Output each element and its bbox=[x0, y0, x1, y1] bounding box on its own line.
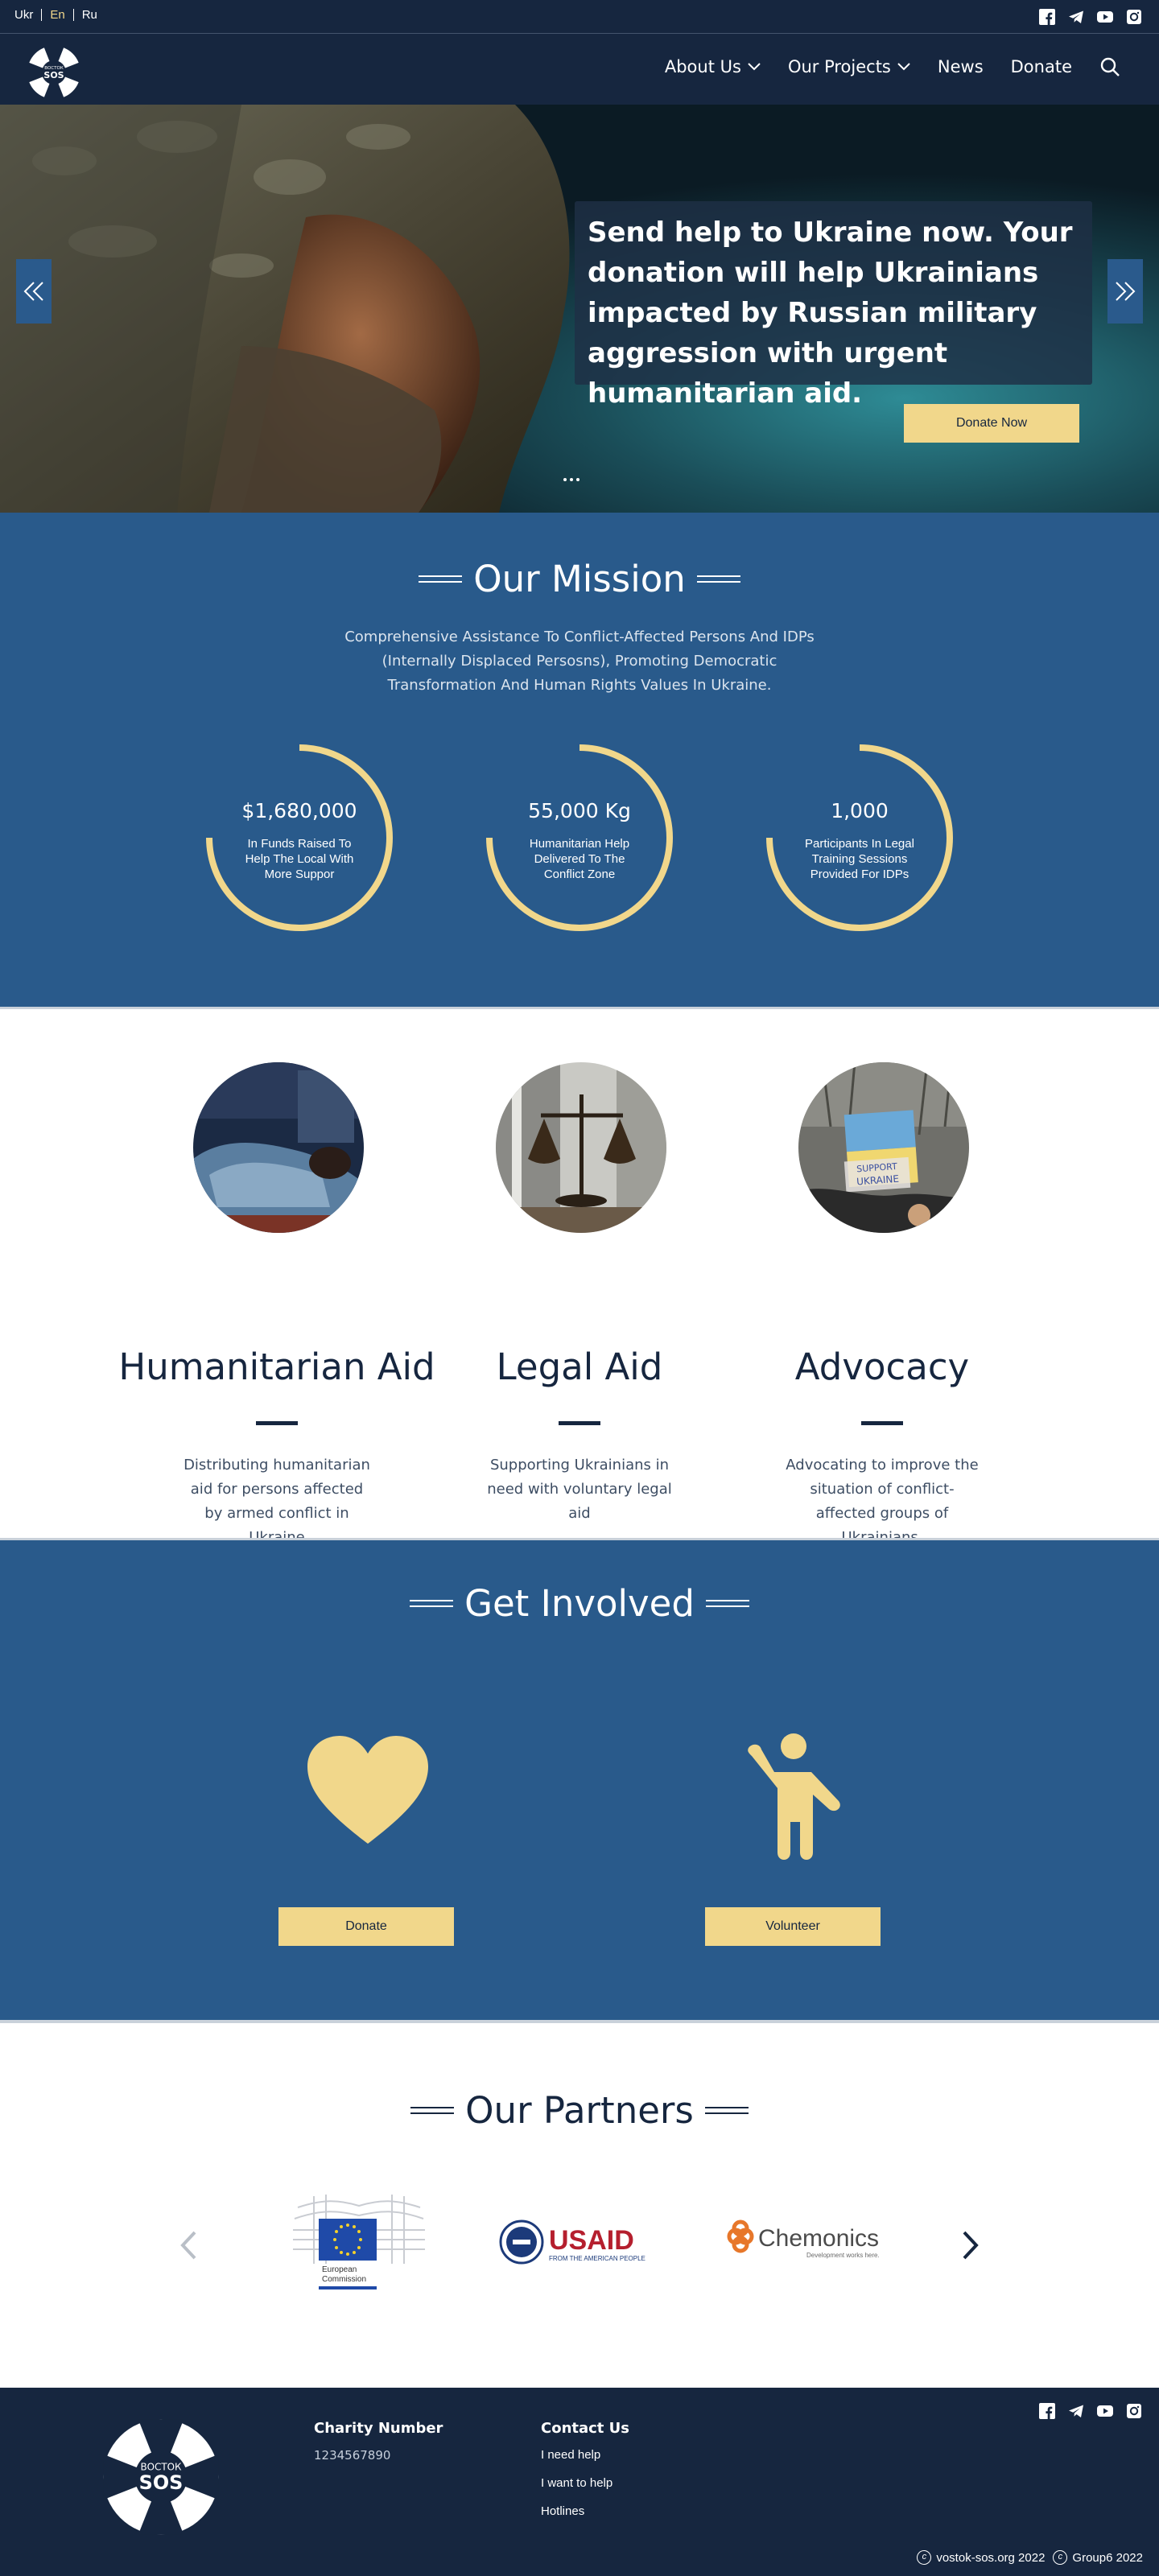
youtube-icon[interactable] bbox=[1096, 8, 1114, 26]
stat-value: 55,000 Kg bbox=[528, 799, 631, 822]
slider-next-button[interactable] bbox=[1107, 259, 1143, 324]
link-need-help[interactable]: I need help bbox=[541, 2448, 629, 2462]
nav-news[interactable]: News bbox=[938, 57, 984, 76]
stat-caption: Participants In Legal Training Sessions … bbox=[805, 837, 914, 881]
double-chevron-left-icon bbox=[23, 282, 43, 301]
heart-icon bbox=[307, 1736, 428, 1844]
chemonics-logo[interactable]: Chemonics Development works here. bbox=[718, 2191, 887, 2292]
copyright-site: vostok-sos.org 2022 bbox=[936, 2550, 1046, 2565]
european-commission-logo[interactable]: European Commission bbox=[290, 2191, 428, 2292]
title-underline bbox=[861, 1421, 903, 1425]
main-navigation: ВОСТОК SOS About Us Our Projects News Do… bbox=[0, 34, 1159, 105]
service-description: Advocating to improve the situation of c… bbox=[786, 1457, 979, 1546]
youtube-icon[interactable] bbox=[1096, 2402, 1114, 2420]
language-switcher: Ukr En Ru bbox=[14, 9, 105, 21]
humanitarian-aid-image[interactable] bbox=[193, 1062, 364, 1233]
partners-title: Our Partners bbox=[0, 2089, 1159, 2132]
copyright: c vostok-sos.org 2022 c Group6 2022 bbox=[917, 2550, 1143, 2565]
lang-en[interactable]: En bbox=[42, 9, 74, 21]
partners-section: Our Partners European Commission USAID F… bbox=[0, 2023, 1159, 2388]
services-section: Humanitarian Aid Distributing humanitari… bbox=[0, 1009, 1159, 1546]
instagram-icon[interactable] bbox=[1125, 8, 1143, 26]
stat-caption: In Funds Raised To Help The Local With M… bbox=[245, 837, 354, 881]
nav-about-us[interactable]: About Us bbox=[665, 57, 761, 76]
legal-aid-image[interactable] bbox=[496, 1062, 666, 1233]
top-bar: Ukr En Ru bbox=[0, 0, 1159, 34]
facebook-icon[interactable] bbox=[1038, 8, 1056, 26]
mission-section: Our Mission Comprehensive Assistance To … bbox=[0, 513, 1159, 1009]
chevron-down-icon bbox=[897, 63, 910, 71]
stat-humanitarian: 55,000 Kg Humanitarian Help Delivered To… bbox=[485, 743, 674, 933]
title-underline bbox=[256, 1421, 298, 1425]
hero-message: Send help to Ukraine now. Your donation … bbox=[575, 201, 1092, 410]
service-title: Advocacy bbox=[794, 1346, 970, 1388]
instagram-icon[interactable] bbox=[1125, 2402, 1143, 2420]
service-description: Distributing humanitarian aid for person… bbox=[184, 1457, 370, 1546]
nav-our-projects[interactable]: Our Projects bbox=[788, 57, 910, 76]
service-title: Legal Aid bbox=[496, 1346, 663, 1388]
lang-ru[interactable]: Ru bbox=[74, 9, 105, 21]
nav-menu: About Us Our Projects News Donate bbox=[665, 56, 1120, 77]
partners-next-button[interactable] bbox=[955, 2229, 987, 2261]
involved-donate-button[interactable]: Donate bbox=[278, 1907, 454, 1946]
hero-slider: Send help to Ukraine now. Your donation … bbox=[0, 105, 1159, 513]
contact-title: Contact Us bbox=[541, 2420, 630, 2437]
get-involved-title: Get Involved bbox=[0, 1582, 1159, 1625]
vostok-sos-logo[interactable]: ВОСТОК SOS bbox=[26, 44, 82, 101]
chemonics-tagline: Development works here. bbox=[806, 2252, 880, 2259]
facebook-icon[interactable] bbox=[1038, 2402, 1056, 2420]
double-chevron-right-icon bbox=[1116, 282, 1136, 301]
link-want-to-help[interactable]: I want to help bbox=[541, 2476, 629, 2490]
stat-funds: $1,680,000 In Funds Raised To Help The L… bbox=[204, 743, 394, 933]
eu-line-2: Commission bbox=[322, 2275, 366, 2284]
link-hotlines[interactable]: Hotlines bbox=[541, 2504, 629, 2518]
usaid-logo[interactable]: USAID FROM THE AMERICAN PEOPLE bbox=[497, 2191, 658, 2292]
chevron-left-icon bbox=[180, 2231, 196, 2260]
chevron-right-icon bbox=[963, 2231, 979, 2260]
mission-text: Comprehensive Assistance To Conflict-Aff… bbox=[344, 629, 815, 694]
copyright-icon: c bbox=[917, 2550, 932, 2565]
nav-donate[interactable]: Donate bbox=[1011, 57, 1072, 76]
footer-logo-main-text: SOS bbox=[139, 2471, 184, 2494]
mission-title: Our Mission bbox=[0, 558, 1159, 600]
involved-volunteer-button[interactable]: Volunteer bbox=[705, 1907, 881, 1946]
service-title: Humanitarian Aid bbox=[118, 1346, 435, 1388]
stat-participants: 1,000 Participants In Legal Training Ses… bbox=[765, 743, 955, 933]
title-underline bbox=[559, 1421, 600, 1425]
logo-main-text: SOS bbox=[43, 70, 64, 80]
volunteer-icon bbox=[748, 1733, 840, 1860]
usaid-tagline: FROM THE AMERICAN PEOPLE bbox=[549, 2255, 645, 2262]
eu-line-1: European bbox=[322, 2265, 357, 2274]
telegram-icon[interactable] bbox=[1067, 8, 1085, 26]
telegram-icon[interactable] bbox=[1067, 2402, 1085, 2420]
slider-dots[interactable] bbox=[563, 478, 580, 481]
nav-about-us-label: About Us bbox=[664, 57, 741, 76]
chevron-down-icon bbox=[748, 63, 761, 71]
copyright-group: Group6 2022 bbox=[1072, 2550, 1143, 2565]
get-involved-section: Get Involved Donate Volunteer bbox=[0, 1538, 1159, 2023]
search-icon[interactable] bbox=[1099, 56, 1120, 77]
footer-social-links bbox=[1038, 2402, 1143, 2420]
footer: ВОСТОК SOS Charity Number 1234567890 Con… bbox=[0, 2388, 1159, 2576]
donate-now-button[interactable]: Donate Now bbox=[904, 404, 1079, 443]
usaid-name: USAID bbox=[549, 2225, 634, 2256]
partners-prev-button[interactable] bbox=[172, 2229, 204, 2261]
stat-value: $1,680,000 bbox=[241, 799, 357, 822]
charity-title: Charity Number bbox=[314, 2420, 443, 2437]
charity-column: Charity Number 1234567890 bbox=[314, 2420, 443, 2463]
charity-number: 1234567890 bbox=[314, 2448, 391, 2463]
chemonics-name: Chemonics bbox=[758, 2225, 879, 2252]
footer-logo[interactable]: ВОСТОК SOS bbox=[100, 2416, 222, 2538]
lang-ukr[interactable]: Ukr bbox=[14, 9, 43, 21]
contact-column: Contact Us I need help I want to help Ho… bbox=[541, 2420, 629, 2533]
slider-prev-button[interactable] bbox=[16, 259, 52, 324]
stat-value: 1,000 bbox=[831, 799, 889, 822]
social-links bbox=[1038, 8, 1143, 26]
advocacy-image[interactable]: SUPPORT UKRAINE bbox=[798, 1062, 969, 1233]
service-description: Supporting Ukrainians in need with volun… bbox=[487, 1457, 672, 1522]
stat-caption: Humanitarian Help Delivered To The Confl… bbox=[529, 837, 630, 881]
copyright-icon: c bbox=[1053, 2550, 1068, 2565]
nav-our-projects-label: Our Projects bbox=[787, 57, 891, 76]
